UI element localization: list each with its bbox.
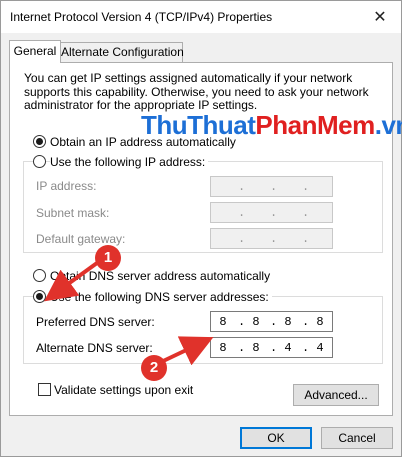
annotation-badge-1: 1 bbox=[95, 245, 121, 271]
annotation-arrow-1 bbox=[44, 261, 99, 302]
annotation-badge-2: 2 bbox=[141, 355, 167, 381]
annotation-arrows bbox=[44, 261, 214, 366]
dialog-window: Internet Protocol Version 4 (TCP/IPv4) P… bbox=[0, 0, 402, 457]
tab-general[interactable]: General bbox=[9, 40, 61, 63]
